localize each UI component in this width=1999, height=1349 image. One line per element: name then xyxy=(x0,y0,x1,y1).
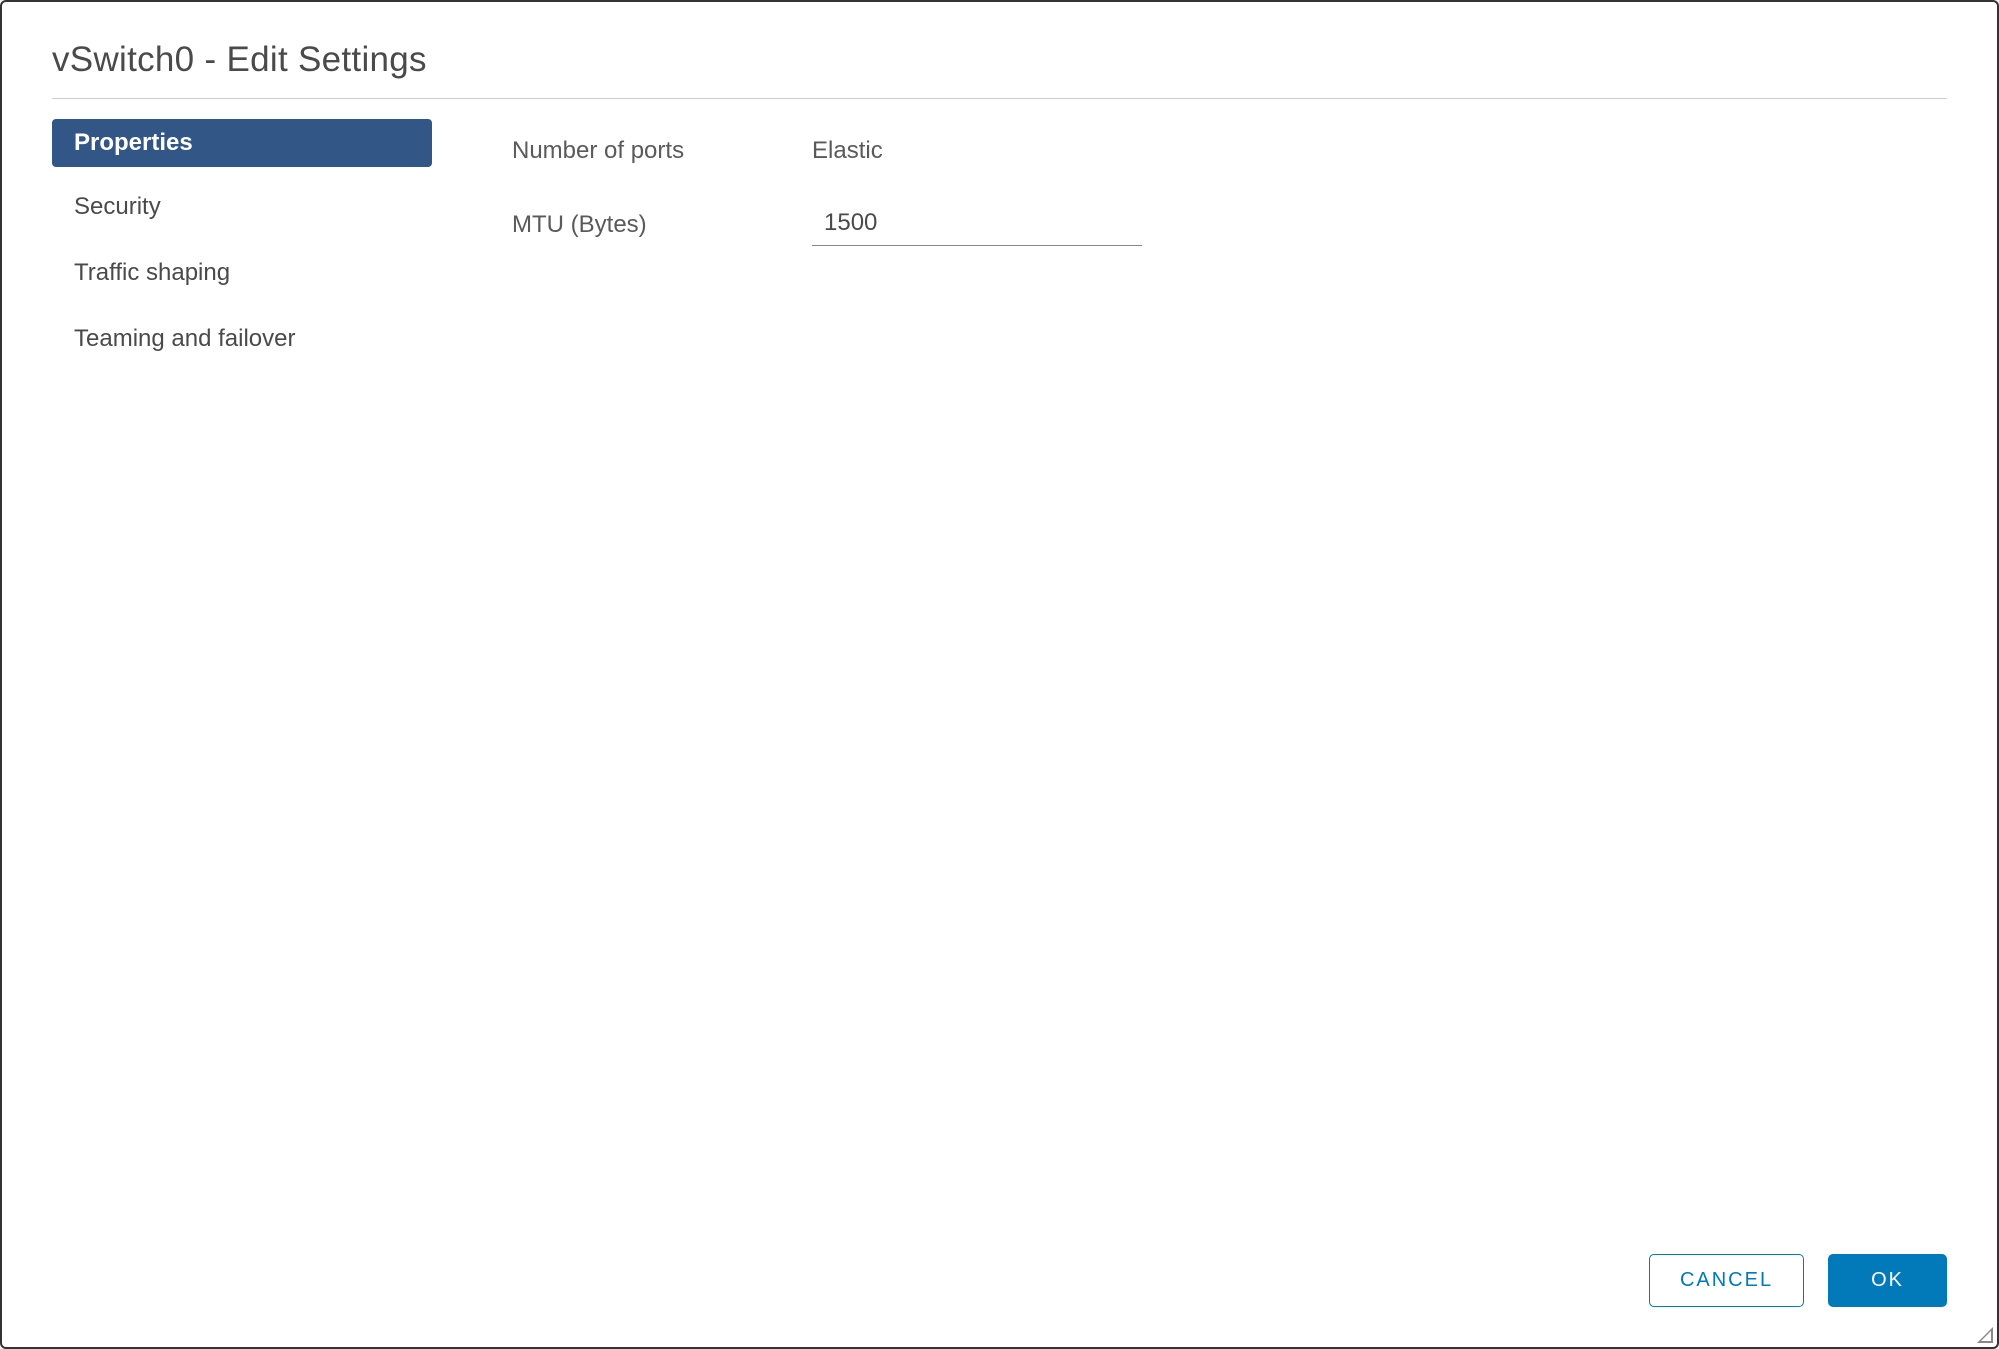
dialog-footer: CANCEL OK xyxy=(2,1254,1997,1347)
dialog-title: vSwitch0 - Edit Settings xyxy=(52,40,1947,80)
sidebar-item-label: Properties xyxy=(74,129,193,156)
sidebar-item-teaming-failover[interactable]: Teaming and failover xyxy=(52,313,472,365)
content-panel: Number of ports Elastic MTU (Bytes) xyxy=(492,119,1947,1254)
sidebar-item-traffic-shaping[interactable]: Traffic shaping xyxy=(52,247,472,299)
sidebar-item-security[interactable]: Security xyxy=(52,181,472,233)
ports-value: Elastic xyxy=(812,137,883,165)
mtu-label: MTU (Bytes) xyxy=(512,211,812,239)
sidebar: Properties Security Traffic shaping Team… xyxy=(52,119,492,1254)
cancel-button[interactable]: CANCEL xyxy=(1649,1254,1804,1307)
sidebar-item-label: Traffic shaping xyxy=(74,259,230,286)
dialog-header: vSwitch0 - Edit Settings xyxy=(2,2,1997,98)
dialog-body: Properties Security Traffic shaping Team… xyxy=(2,99,1997,1254)
ok-button[interactable]: OK xyxy=(1828,1254,1947,1307)
ports-label: Number of ports xyxy=(512,137,812,165)
ports-row: Number of ports Elastic xyxy=(512,137,1947,165)
sidebar-item-label: Security xyxy=(74,193,161,220)
sidebar-item-properties[interactable]: Properties xyxy=(52,119,432,167)
mtu-row: MTU (Bytes) xyxy=(512,203,1947,246)
mtu-input[interactable] xyxy=(812,203,1142,246)
resize-handle-icon[interactable] xyxy=(1977,1327,1993,1343)
sidebar-item-label: Teaming and failover xyxy=(74,325,295,352)
edit-settings-dialog: vSwitch0 - Edit Settings Properties Secu… xyxy=(0,0,1999,1349)
